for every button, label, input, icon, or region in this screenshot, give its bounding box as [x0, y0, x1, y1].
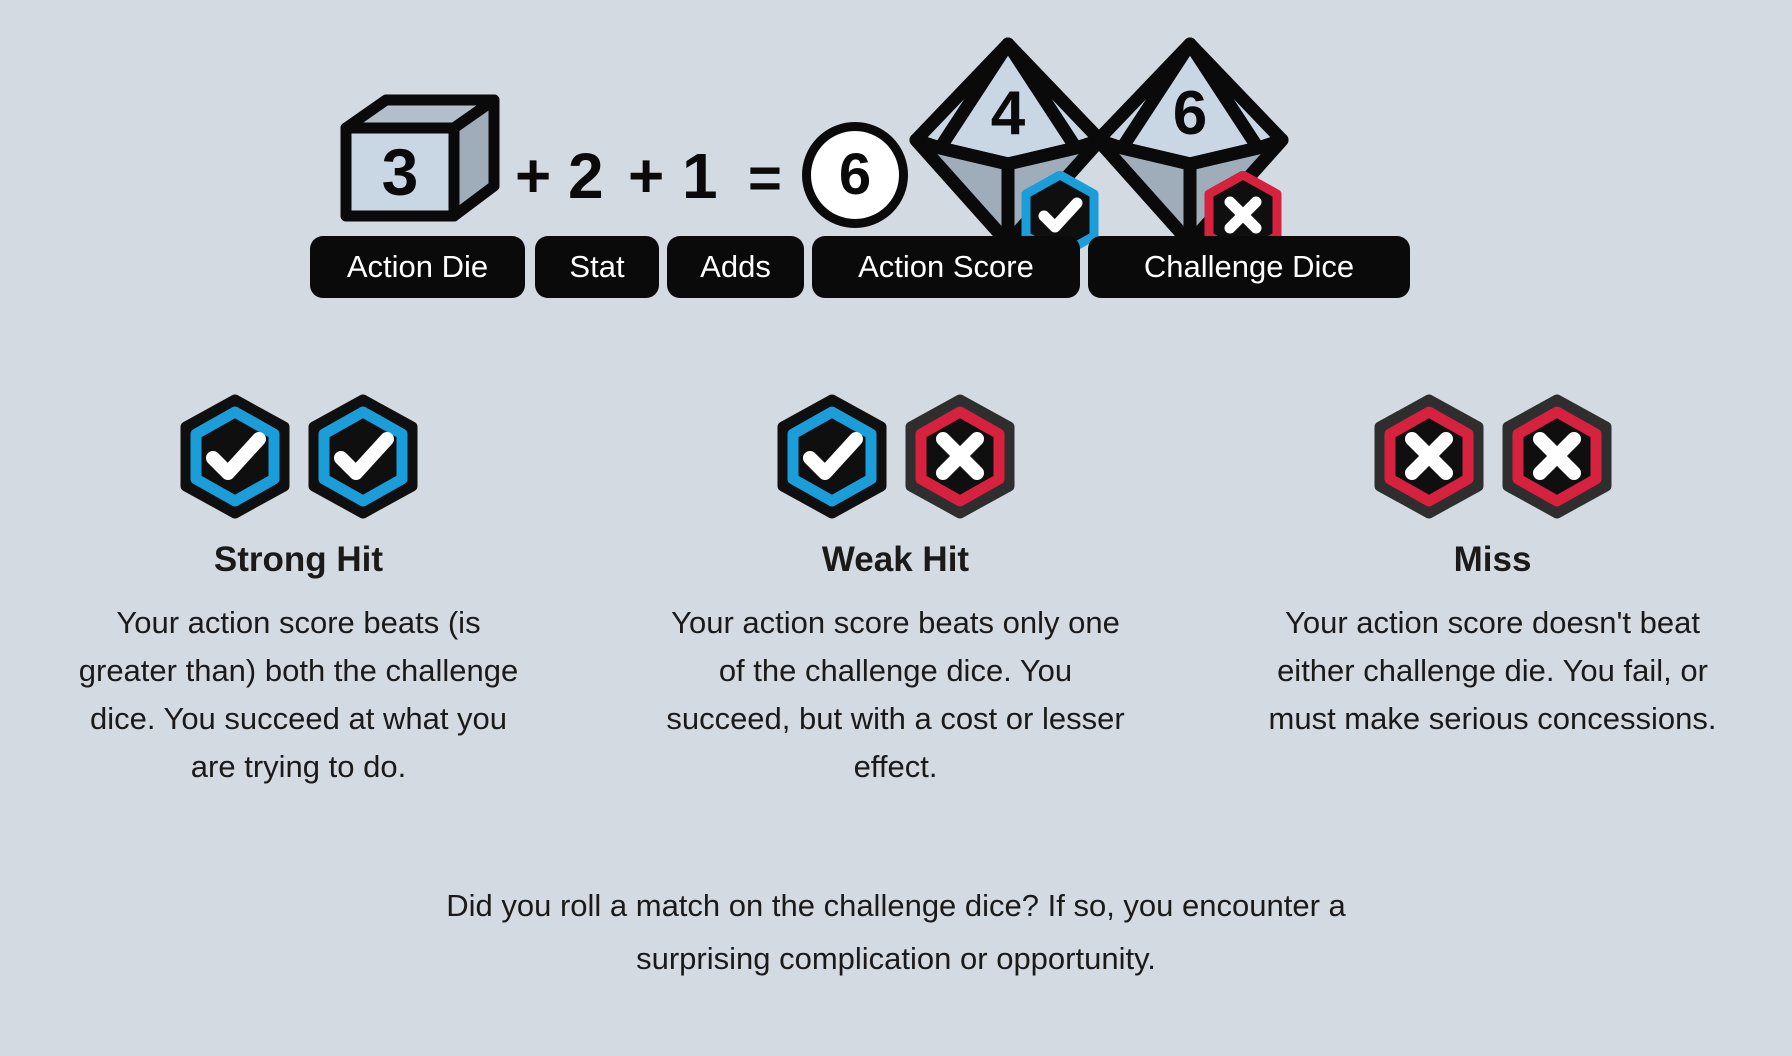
check-badge [774, 394, 890, 519]
plus-operator-1: + [515, 142, 551, 211]
outcome-description: Your action score beats (is greater than… [78, 605, 519, 785]
equals-operator: = [748, 146, 782, 211]
cross-icon [905, 394, 1014, 518]
cross-icon [1502, 394, 1611, 518]
check-icon [180, 394, 289, 518]
outcome-strong-hit: Strong Hit Your action score beats (is g… [0, 394, 597, 791]
challenge-die-1-number: 4 [991, 79, 1026, 148]
cross-badge [902, 394, 1018, 519]
outcome-description: Your action score beats only one of the … [666, 605, 1125, 785]
action-die-cube: 3 [340, 94, 500, 224]
match-note-line-2: surprising complication or opportunity. [636, 940, 1156, 976]
cube-die-icon: 3 [340, 94, 500, 222]
cross-icon [1374, 394, 1483, 518]
label-action-score: Action Score [812, 236, 1080, 298]
plus-operator-2: + [628, 142, 664, 211]
strong-hit-badges [177, 394, 421, 519]
weak-hit-badges [774, 394, 1018, 519]
check-icon [777, 394, 886, 518]
outcome-title: Weak Hit [821, 540, 970, 579]
adds-value: 1 [682, 140, 718, 212]
label-challenge-dice: Challenge Dice [1088, 236, 1410, 298]
outcome-weak-hit: Weak Hit Your action score beats only on… [597, 394, 1194, 791]
check-badge [305, 394, 421, 519]
challenge-die-2-number: 6 [1173, 79, 1207, 148]
check-icon [308, 394, 417, 518]
check-badge [177, 394, 293, 519]
stat-value: 2 [568, 140, 604, 212]
cross-badge [1499, 394, 1615, 519]
formula-labels: Action Die Stat Adds Action Score Challe… [310, 236, 1510, 306]
label-adds: Adds [667, 236, 804, 298]
action-die-number: 3 [382, 135, 419, 209]
outcome-title: Miss [1453, 540, 1532, 579]
outcome-columns: Strong Hit Your action score beats (is g… [0, 394, 1792, 791]
label-action-die: Action Die [310, 236, 525, 298]
miss-badges [1371, 394, 1615, 519]
action-roll-formula: 3 + 2 + 1 = 6 4 6 Action Die Stat Adds A… [0, 26, 1792, 326]
label-stat: Stat [535, 236, 659, 298]
match-note-line-1: Did you roll a match on the challenge di… [446, 888, 1346, 923]
action-score-circle: 6 [802, 122, 908, 228]
match-note: Did you roll a match on the challenge di… [0, 880, 1792, 985]
infographic-page: 3 + 2 + 1 = 6 4 6 Action Die Stat Adds A… [0, 0, 1792, 1056]
outcome-description: Your action score doesn't beat either ch… [1268, 605, 1717, 737]
cross-badge [1371, 394, 1487, 519]
outcome-miss: Miss Your action score doesn't beat eith… [1194, 394, 1791, 791]
outcome-title: Strong Hit [213, 540, 384, 579]
